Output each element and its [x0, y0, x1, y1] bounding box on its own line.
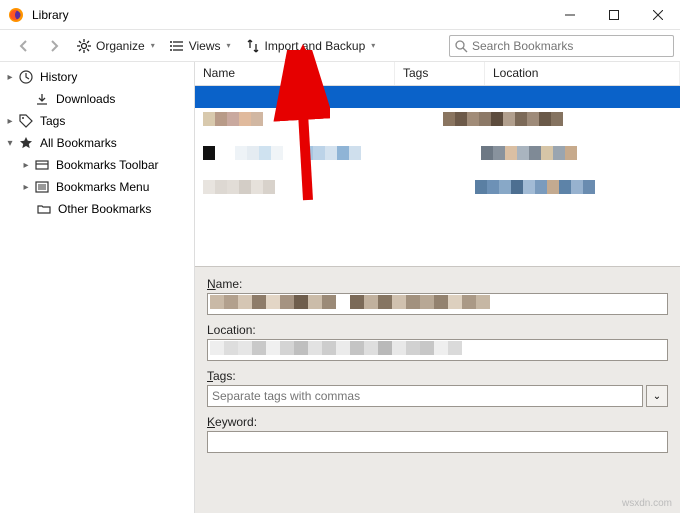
tags-dropdown-button[interactable]: ⌄ [646, 385, 668, 407]
field-tags: Tags: ⌄ [207, 369, 668, 407]
list-row[interactable] [195, 164, 680, 176]
organize-label: Organize [96, 39, 145, 53]
firefox-icon [8, 7, 24, 23]
sidebar-item-all-bookmarks[interactable]: ▾ All Bookmarks [0, 132, 194, 154]
forward-icon [46, 38, 62, 54]
tag-icon [18, 113, 34, 129]
back-icon [16, 38, 32, 54]
sidebar-item-other-bookmarks[interactable]: Other Bookmarks [0, 198, 194, 220]
sidebar-item-label: Other Bookmarks [58, 202, 151, 216]
toolbar-icon [34, 157, 50, 173]
sidebar-item-label: Bookmarks Menu [56, 180, 149, 194]
column-name[interactable]: Name [195, 62, 395, 85]
toolbar: Organize ▾ Views ▾ Import and Backup ▾ [0, 30, 680, 62]
column-location[interactable]: Location [485, 62, 680, 85]
location-label: Location: [207, 323, 668, 337]
titlebar: Library [0, 0, 680, 30]
list-row[interactable] [195, 86, 680, 108]
maximize-button[interactable] [592, 0, 636, 30]
minimize-button[interactable] [548, 0, 592, 30]
download-icon [34, 91, 50, 107]
folder-icon [36, 201, 52, 217]
field-name: Name: [207, 277, 668, 315]
gear-icon [76, 38, 92, 54]
list-row[interactable] [195, 108, 680, 130]
keyword-label: Keyword: [207, 415, 668, 429]
name-input[interactable] [207, 293, 668, 315]
expand-icon[interactable]: ▸ [20, 182, 32, 193]
field-keyword: Keyword: [207, 415, 668, 453]
list-row[interactable] [195, 130, 680, 142]
views-label: Views [189, 39, 221, 53]
star-icon [18, 135, 34, 151]
close-button[interactable] [636, 0, 680, 30]
column-tags[interactable]: Tags [395, 62, 485, 85]
location-input[interactable] [207, 339, 668, 361]
chevron-down-icon: ⌄ [653, 391, 661, 402]
list-row[interactable] [195, 142, 680, 164]
column-headers: Name Tags Location [195, 62, 680, 86]
expand-icon[interactable]: ▸ [20, 160, 32, 171]
list-row[interactable] [195, 176, 680, 198]
sidebar: ▸ History Downloads ▸ Tags ▾ All Bookmar… [0, 62, 195, 513]
window-title: Library [32, 8, 69, 22]
import-backup-label: Import and Backup [265, 39, 366, 53]
main-panel: Name Tags Location [195, 62, 680, 513]
sidebar-item-label: Downloads [56, 92, 115, 106]
keyword-input[interactable] [207, 431, 668, 453]
clock-icon [18, 69, 34, 85]
sidebar-item-label: All Bookmarks [40, 136, 117, 150]
list-icon [169, 38, 185, 54]
sidebar-item-label: Bookmarks Toolbar [56, 158, 159, 172]
menu-icon [34, 179, 50, 195]
search-input[interactable] [449, 35, 674, 57]
name-label: Name: [207, 277, 668, 291]
expand-icon[interactable]: ▸ [4, 116, 16, 127]
organize-button[interactable]: Organize ▾ [70, 34, 161, 58]
bookmark-list[interactable] [195, 86, 680, 266]
sidebar-item-bookmarks-menu[interactable]: ▸ Bookmarks Menu [0, 176, 194, 198]
back-button[interactable] [10, 34, 38, 58]
details-pane: Name: Location: [195, 266, 680, 513]
import-backup-button[interactable]: Import and Backup ▾ [239, 34, 382, 58]
sidebar-item-history[interactable]: ▸ History [0, 66, 194, 88]
sidebar-item-downloads[interactable]: Downloads [0, 88, 194, 110]
views-button[interactable]: Views ▾ [163, 34, 237, 58]
field-location: Location: [207, 323, 668, 361]
forward-button[interactable] [40, 34, 68, 58]
sidebar-item-label: Tags [40, 114, 65, 128]
expand-icon[interactable]: ▸ [4, 72, 16, 83]
tags-input[interactable] [207, 385, 643, 407]
tags-label: Tags: [207, 369, 668, 383]
watermark: wsxdn.com [622, 498, 672, 509]
collapse-icon[interactable]: ▾ [4, 138, 16, 149]
chevron-down-icon: ▾ [371, 41, 375, 50]
sidebar-item-bookmarks-toolbar[interactable]: ▸ Bookmarks Toolbar [0, 154, 194, 176]
sidebar-item-label: History [40, 70, 77, 84]
chevron-down-icon: ▾ [151, 41, 155, 50]
sidebar-item-tags[interactable]: ▸ Tags [0, 110, 194, 132]
search-icon [453, 38, 469, 54]
import-export-icon [245, 38, 261, 54]
chevron-down-icon: ▾ [227, 41, 231, 50]
